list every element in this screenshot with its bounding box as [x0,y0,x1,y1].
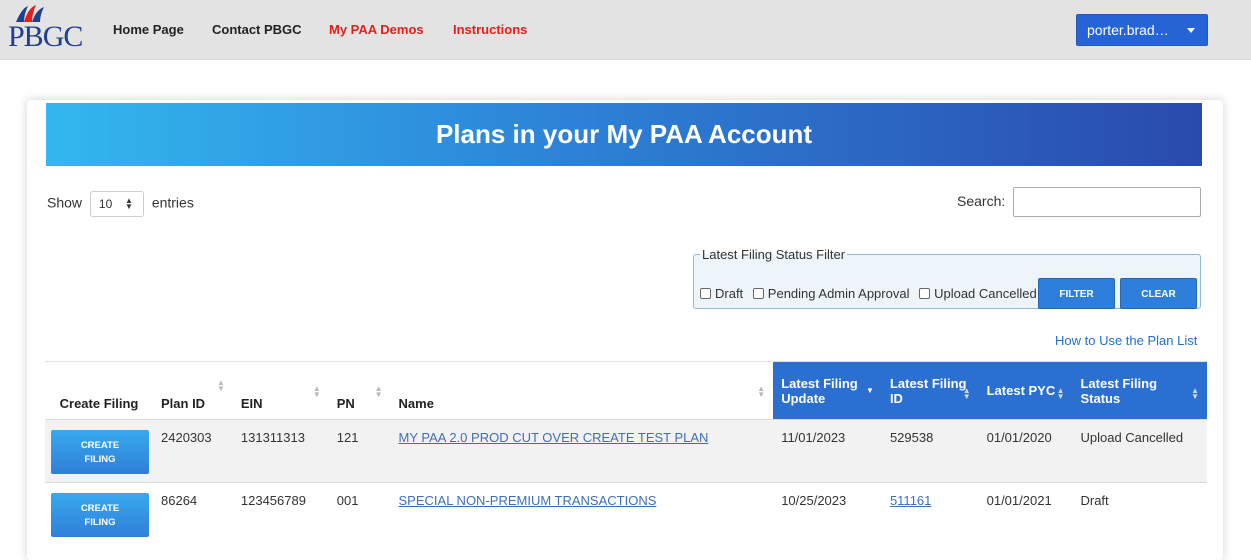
plan-id-cell: 2420303 [153,419,233,483]
filter-option-cancelled[interactable]: Upload Cancelled [919,286,1037,301]
sort-icon: ▲ ▼ [962,386,971,401]
col-label: Name [398,396,434,411]
pn-cell: 121 [328,419,391,483]
sort-icon: ▲ ▼ [1191,386,1199,401]
create-filing-button[interactable]: CREATE FILING [51,493,149,537]
pyc-cell: 01/01/2020 [978,419,1073,483]
entries-select[interactable]: 10 ▲ ▼ [89,191,144,217]
top-navbar: PBGC Home Page Contact PBGC My PAA Demos… [0,0,1251,60]
filing-id-cell: 529538 [881,419,979,483]
filter-legend: Latest Filing Status Filter [702,247,846,262]
pyc-cell: 01/01/2021 [978,482,1073,545]
update-cell: 10/25/2023 [773,482,882,545]
search-label: Search: [957,193,1006,209]
nav-contact-link[interactable]: Contact PBGC [212,22,302,37]
search-input[interactable] [1013,187,1201,217]
filter-option-pending[interactable]: Pending Admin Approval [752,286,910,301]
ein-cell: 131311313 [232,419,329,483]
col-label: Plan ID [161,396,206,411]
sort-icon: ▲ ▼ [1056,386,1065,401]
col-latest-pyc[interactable]: Latest PYC ▲ ▼ [978,361,1073,420]
sort-icon: ▲ ▼ [374,384,383,399]
nav-demos-link[interactable]: My PAA Demos [329,22,424,37]
filter-option-label: Draft [715,286,744,301]
filter-button[interactable]: FILTER [1038,278,1115,309]
filing-id-cell: 511161 [881,482,979,545]
plan-name-link[interactable]: SPECIAL NON-PREMIUM TRANSACTIONS [399,493,657,508]
name-cell: MY PAA 2.0 PROD CUT OVER CREATE TEST PLA… [390,419,774,483]
col-plan-id[interactable]: Plan ID ▲ ▼ [153,361,233,420]
status-filter-box: Latest Filing Status Filter Draft Pendin… [693,247,1201,309]
col-label: PN [336,396,355,411]
checkbox-pending[interactable] [752,288,764,299]
status-cell: Draft [1072,482,1207,545]
plan-id-cell: 86264 [153,482,233,545]
col-latest-status[interactable]: Latest Filing Status ▲ ▼ [1072,361,1207,420]
filing-id-link[interactable]: 511161 [890,493,931,508]
sort-icon: ▲ ▼ [757,384,766,399]
update-cell: 11/01/2023 [773,419,882,483]
how-to-use-link[interactable]: How to Use the Plan List [1055,333,1197,348]
table-row: CREATE FILING 2420303 131311313 121 MY PA… [45,419,1207,483]
caret-down-icon [1187,28,1195,33]
col-label: Latest Filing ID [889,375,967,406]
col-ein[interactable]: EIN ▲ ▼ [232,361,329,420]
checkbox-cancelled[interactable] [919,288,931,299]
col-name[interactable]: Name ▲ ▼ [390,361,774,420]
show-entries-control: Show 10 ▲ ▼ entries [47,191,194,217]
show-label: Show [47,194,83,211]
create-filing-cell: CREATE FILING [45,419,153,483]
user-menu-button[interactable]: porter.brad… [1076,14,1208,46]
create-filing-button[interactable]: CREATE FILING [51,430,149,474]
select-arrows-icon: ▲ ▼ [125,196,133,211]
pbgc-logo[interactable]: PBGC [8,4,83,56]
filter-option-label: Pending Admin Approval [767,286,910,301]
col-label: Latest PYC [986,383,1056,398]
plan-name-link[interactable]: MY PAA 2.0 PROD CUT OVER CREATE TEST PLA… [399,430,709,445]
sort-icon: ▲ ▼ [216,378,225,393]
filter-option-draft[interactable]: Draft [700,286,743,301]
col-pn[interactable]: PN ▲ ▼ [328,361,391,420]
filter-option-label: Upload Cancelled [934,286,1037,301]
sort-icon: ▲ ▼ [312,384,321,399]
button-line: CREATE [80,440,120,451]
logo-text: PBGC [8,20,83,53]
user-name: porter.brad… [1087,22,1169,38]
status-cell: Upload Cancelled [1072,419,1207,483]
name-cell: SPECIAL NON-PREMIUM TRANSACTIONS [390,482,774,545]
col-latest-filing-id[interactable]: Latest Filing ID ▲ ▼ [881,361,979,420]
entries-label: entries [151,194,194,211]
sort-desc-icon: ▼ [866,386,874,395]
button-line: FILING [84,454,116,465]
plans-card: Plans in your My PAA Account Show 10 ▲ ▼ … [27,100,1223,560]
checkbox-draft[interactable] [700,288,711,299]
button-line: FILING [84,517,116,528]
col-create-filing: Create Filing [45,361,153,420]
col-latest-update[interactable]: Latest Filing Update ▼ [773,361,882,420]
plans-table: Create Filing Plan ID ▲ ▼ EIN ▲ ▼ PN ▲ ▼ Name ▲… [45,361,1207,545]
col-label: Latest Filing Update [781,375,858,406]
pn-cell: 001 [328,482,391,545]
col-label: EIN [240,396,263,411]
nav-home-link[interactable]: Home Page [113,22,184,37]
ein-cell: 123456789 [232,482,329,545]
create-filing-cell: CREATE FILING [45,482,153,545]
clear-button[interactable]: CLEAR [1120,278,1197,309]
nav-instructions-link[interactable]: Instructions [453,22,527,37]
page-title: Plans in your My PAA Account [46,103,1202,166]
table-row: CREATE FILING 86264 123456789 001 SPECIAL… [45,482,1207,545]
entries-value: 10 [98,197,113,211]
filter-options: Draft Pending Admin Approval Upload Canc… [700,286,1043,301]
col-label: Latest Filing Status [1080,375,1158,406]
button-line: CREATE [80,503,120,514]
